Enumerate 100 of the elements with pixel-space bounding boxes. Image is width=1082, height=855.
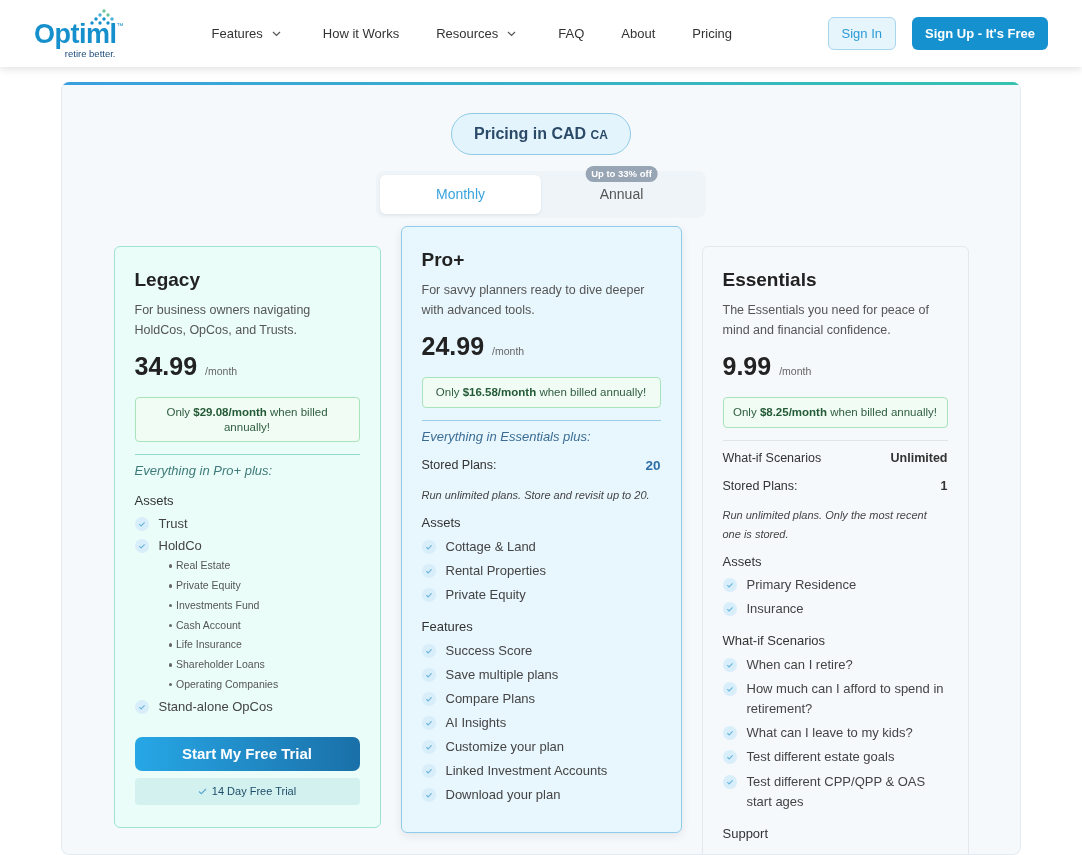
section-title: Assets — [421, 514, 462, 533]
plan-name: Pro+ — [421, 249, 466, 272]
check-icon — [722, 774, 737, 789]
feature-item: Download your plan — [445, 786, 561, 805]
nav-link[interactable]: About — [621, 23, 656, 44]
check-icon — [134, 539, 149, 554]
check-icon — [421, 643, 436, 658]
section-title: Assets — [134, 491, 175, 510]
plan-name: Essentials — [722, 269, 818, 292]
section-title: Support — [722, 824, 770, 843]
price-period: /month — [205, 363, 238, 379]
section-title: Assets — [722, 552, 763, 571]
feature-item: Test different CPP/QPP & OAS start ages — [746, 772, 927, 811]
check-icon — [722, 657, 737, 672]
check-icon — [421, 691, 436, 706]
section-title: Features — [421, 618, 474, 637]
stat-label: Stored Plans: — [421, 457, 497, 475]
feature-item: Private Equity — [445, 585, 526, 604]
feature-item: Compare Plans — [445, 689, 536, 708]
stat-value: Unlimited — [890, 449, 948, 467]
sign-up-button[interactable]: Sign Up - It's Free — [912, 16, 1048, 51]
bullet-icon — [168, 643, 172, 647]
check-icon — [722, 681, 737, 696]
plan-description: The Essentials you need for peace of mind and financial confidence. — [722, 301, 930, 339]
annual-savings-note: Only $29.08/month when billed annually! — [134, 397, 360, 443]
check-icon — [134, 517, 149, 532]
check-icon — [722, 750, 737, 765]
sub-feature-item: Private Equity — [176, 578, 241, 594]
feature-item: Success Score — [445, 641, 533, 660]
free-trial-button[interactable]: Start My Free Trial — [134, 736, 360, 772]
logo-tagline: retire better. — [64, 48, 116, 59]
feature-item: When can I retire? — [746, 655, 853, 674]
section-title: What-if Scenarios — [722, 632, 827, 651]
plan-description: For savvy planners ready to dive deeper with advanced tools. — [421, 281, 646, 319]
plan-intro: Everything in Essentials plus: — [421, 427, 592, 446]
nav-link[interactable]: Resources — [436, 23, 517, 44]
plan-name: Legacy — [134, 269, 201, 292]
check-icon — [421, 715, 436, 730]
discount-badge: Up to 33% off — [585, 166, 658, 183]
check-icon — [421, 667, 436, 682]
sub-feature-item: Investments Fund — [176, 597, 260, 613]
stat-label: Stored Plans: — [722, 478, 798, 496]
bullet-icon — [168, 603, 172, 608]
bullet-icon — [168, 663, 172, 667]
sub-feature-item: Operating Companies — [176, 676, 279, 692]
plan-note: Run unlimited plans. Only the most recent one is stored. — [722, 508, 928, 542]
feature-item: Trust — [158, 515, 188, 534]
price-period: /month — [779, 363, 812, 379]
bullet-icon — [168, 682, 172, 687]
nav-link[interactable]: Features — [211, 23, 281, 44]
nav-link[interactable]: How it Works — [322, 23, 400, 44]
annual-savings-note: Only $16.58/month when billed annually! — [421, 377, 661, 408]
country-code: CA — [590, 128, 608, 142]
feature-item: Primary Residence — [746, 576, 857, 595]
feature-item: Stand-alone OpCos — [158, 697, 273, 716]
sub-feature-item: Shareholder Loans — [176, 657, 265, 673]
check-icon — [421, 740, 436, 755]
bullet-icon — [168, 584, 172, 588]
plan-price: 34.99 — [134, 350, 198, 382]
annual-savings-note: Only $8.25/month when billed annually! — [722, 397, 948, 428]
feature-item: Cottage & Land — [445, 537, 536, 556]
feature-item: Save multiple plans — [445, 665, 559, 684]
check-icon — [197, 787, 207, 795]
feature-item: Rental Properties — [445, 561, 546, 580]
feature-item: What can I leave to my kids? — [746, 724, 913, 743]
feature-item: Insurance — [746, 600, 804, 619]
check-icon — [722, 578, 737, 593]
check-icon — [421, 587, 436, 602]
feature-item: Test different estate goals — [746, 748, 895, 767]
plan-description: For business owners navigating HoldCos, OpCos, and Trusts. — [134, 301, 312, 339]
check-icon — [421, 563, 436, 578]
check-icon — [421, 539, 436, 554]
trial-note-text: 14 Day Free Trial — [211, 784, 297, 800]
sub-feature-item: Life Insurance — [176, 637, 242, 653]
plan-price: 24.99 — [421, 330, 485, 362]
check-icon — [134, 699, 149, 714]
nav-link[interactable]: FAQ — [558, 23, 585, 44]
sub-feature-item: Real Estate — [176, 558, 231, 574]
check-icon — [722, 602, 737, 617]
check-icon — [722, 726, 737, 741]
feature-item: Linked Investment Accounts — [445, 762, 608, 781]
feature-item: Customize your plan — [445, 738, 564, 757]
stat-value: 1 — [940, 478, 948, 496]
plan-note: Run unlimited plans. Store and revisit up to 20. — [421, 488, 651, 504]
plan-intro: Everything in Pro+ plus: — [134, 462, 274, 481]
dots-icon — [89, 8, 114, 25]
nav-link[interactable]: Pricing — [692, 23, 733, 44]
bullet-icon — [168, 623, 172, 628]
plan-price: 9.99 — [722, 350, 772, 382]
feature-item: How much can I afford to spend in retirement? — [746, 679, 945, 719]
currency-label: Pricing in CAD — [474, 125, 588, 142]
price-period: /month — [492, 343, 525, 359]
stat-label: What-if Scenarios — [722, 449, 822, 467]
stat-value: 20 — [645, 457, 661, 476]
feature-item: AI Insights — [445, 713, 507, 732]
logo-wordmark: Optiml — [34, 20, 117, 48]
feature-item: HoldCo — [158, 537, 202, 556]
sub-feature-item: Cash Account — [176, 617, 241, 633]
check-icon — [421, 788, 436, 803]
check-icon — [421, 764, 436, 779]
